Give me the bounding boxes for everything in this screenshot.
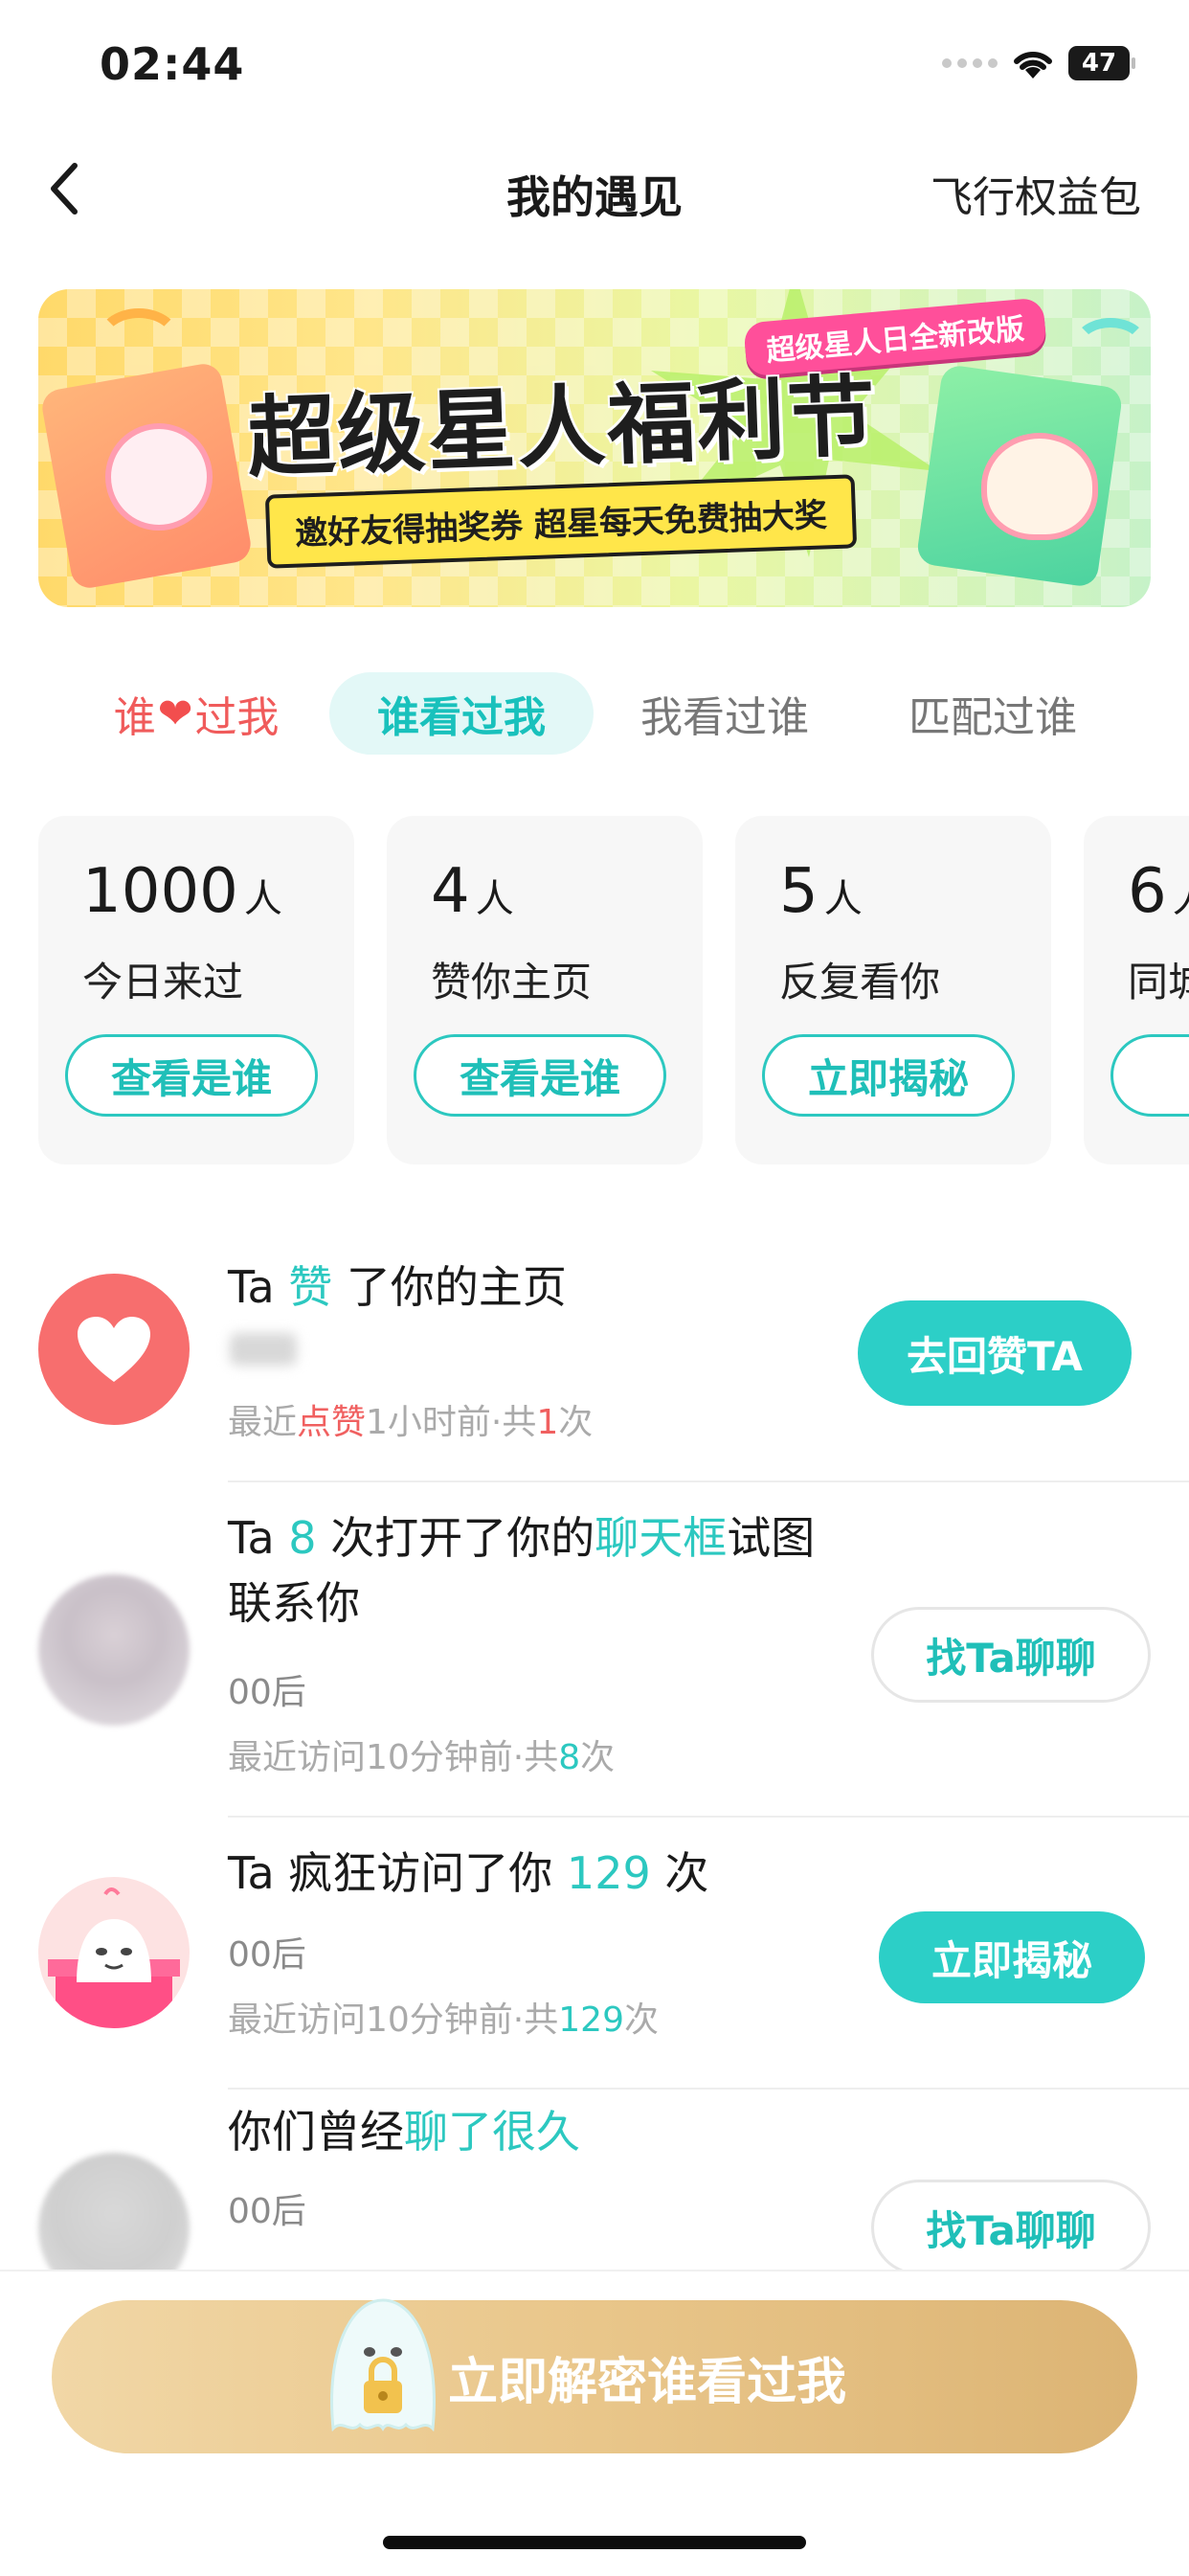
item-age: 00后 [228, 1673, 306, 1712]
ghost-lock-icon [330, 2298, 436, 2432]
chat-button[interactable]: 找Ta聊聊 [871, 2180, 1151, 2270]
unlock-who-viewed-me-button[interactable]: 立即解密谁看过我 [52, 2300, 1137, 2453]
stat-cards-scroller[interactable]: 1000 人 今日来过 查看是谁 4人 赞你主页 查看是谁 5人 反复看你 立即揭… [38, 816, 1189, 1164]
tab-who-viewed-me[interactable]: 谁看过我 [329, 672, 594, 755]
avatar [38, 1574, 190, 1726]
tab-who-i-matched[interactable]: 匹配过谁 [892, 672, 1093, 755]
item-title: Ta 赞 了你的主页 [228, 1261, 567, 1313]
reveal-button[interactable]: 立即揭秘 [879, 1911, 1145, 2003]
stat-count: 1000 [82, 856, 238, 927]
item-title: Ta 8 次打开了你的聊天框试图联系你 [228, 1512, 816, 1629]
squiggle-decoration [96, 308, 182, 375]
list-item[interactable]: 你们曾经聊了很久 00后 找Ta聊聊 [0, 2091, 1189, 2270]
item-meta: 最近点赞1小时前·共1次 [228, 1403, 594, 1442]
stat-desc: 赞你主页 [431, 959, 593, 1006]
tab-who-liked-me[interactable]: 谁 ❤ 过我 [96, 672, 297, 755]
ghost-avatar [38, 1877, 190, 2028]
wifi-icon [1014, 51, 1052, 79]
stat-card: 5人 反复看你 立即揭秘 [735, 816, 1051, 1164]
heart-icon [78, 1317, 150, 1382]
item-age: 00后 [228, 1935, 306, 1975]
avatar [38, 2153, 190, 2270]
stat-count: 6 [1128, 856, 1167, 927]
chat-button[interactable]: 找Ta聊聊 [871, 1607, 1151, 1703]
blurred-name [230, 1333, 297, 1366]
status-indicators: 47 [942, 42, 1135, 84]
home-indicator[interactable] [383, 2536, 806, 2549]
stat-count: 5 [779, 856, 819, 927]
stat-desc: 同城 [1128, 959, 1189, 1006]
stat-card: 4人 赞你主页 查看是谁 [387, 816, 703, 1164]
list-item[interactable]: Ta 疯狂访问了你 129 次 00后 最近访问10分钟前·共129次 立即揭秘 [0, 1819, 1189, 2088]
stat-count: 4 [431, 856, 470, 927]
stat-desc: 今日来过 [82, 959, 244, 1006]
banner-title: 超级星人福利节 [245, 365, 879, 490]
ghost-gift-illustration [48, 1887, 180, 2028]
stat-card: 6人 同城 查 [1084, 816, 1189, 1164]
view-who-button[interactable]: 查看是谁 [65, 1034, 318, 1117]
item-title: 你们曾经聊了很久 [228, 2106, 580, 2158]
battery-icon: 47 [1068, 46, 1135, 80]
mascot-left-illustration [105, 423, 213, 531]
stat-desc: 反复看你 [779, 959, 941, 1006]
view-who-button[interactable]: 查 [1110, 1034, 1189, 1117]
signal-icon [942, 58, 998, 68]
view-who-button[interactable]: 查看是谁 [414, 1034, 666, 1117]
squiggle-decoration [1072, 318, 1149, 375]
like-back-button[interactable]: 去回赞TA [858, 1300, 1132, 1406]
item-meta: 最近访问10分钟前·共129次 [228, 2000, 659, 2040]
item-age: 00后 [228, 2192, 306, 2231]
reveal-button[interactable]: 立即揭秘 [762, 1034, 1015, 1117]
status-time: 02:44 [100, 38, 245, 90]
item-title: Ta 疯狂访问了你 129 次 [228, 1847, 709, 1899]
list-item[interactable]: Ta 8 次打开了你的聊天框试图联系你 00后 最近访问10分钟前·共8次 找T… [0, 1484, 1189, 1810]
heart-icon: ❤ [157, 689, 193, 738]
item-meta: 最近访问10分钟前·共8次 [228, 1738, 616, 1777]
like-avatar [38, 1274, 190, 1425]
stat-card: 1000 人 今日来过 查看是谁 [38, 816, 354, 1164]
flight-benefits-link[interactable]: 飞行权益包 [931, 163, 1141, 224]
promo-banner[interactable]: 超级星人日全新改版 超级星人福利节 邀好友得抽奖券 超星每天免费抽大奖 [38, 289, 1151, 607]
battery-level: 47 [1081, 49, 1117, 78]
mascot-right-illustration [981, 433, 1098, 540]
list-item[interactable]: Ta 赞 了你的主页 最近点赞1小时前·共1次 去回赞TA [0, 1235, 1189, 1475]
tab-who-i-viewed[interactable]: 我看过谁 [624, 672, 825, 755]
